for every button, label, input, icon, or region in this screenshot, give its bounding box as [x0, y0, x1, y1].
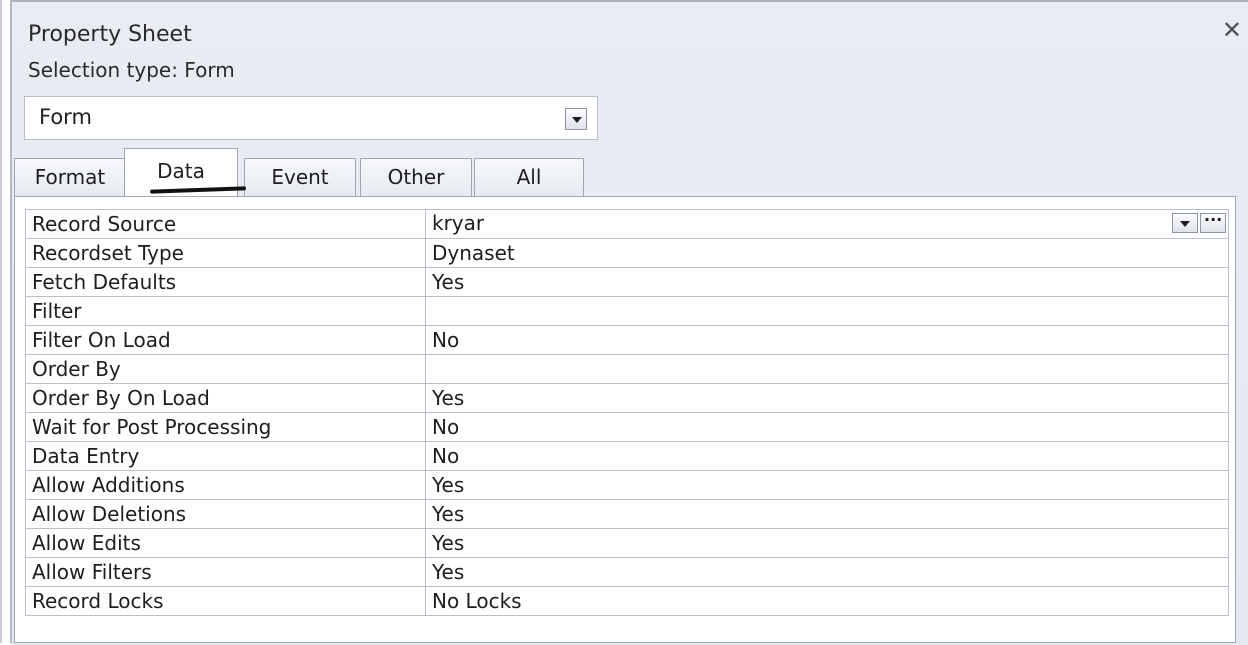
property-value[interactable]: Yes [425, 470, 1229, 500]
property-grid: Record Source kryar ··· Recordset Type D… [14, 196, 1236, 643]
property-name: Wait for Post Processing [25, 412, 426, 442]
property-value[interactable]: Yes [425, 528, 1229, 558]
property-row-allow-filters[interactable]: Allow Filters Yes [25, 557, 1229, 587]
property-name: Filter [25, 296, 426, 326]
object-selector[interactable]: Form [24, 96, 598, 140]
property-value[interactable]: Yes [425, 557, 1229, 587]
chevron-down-icon [1180, 221, 1190, 227]
property-name: Allow Additions [25, 470, 426, 500]
property-row-data-entry[interactable]: Data Entry No [25, 441, 1229, 471]
property-row-order-by-on-load[interactable]: Order By On Load Yes [25, 383, 1229, 413]
ellipsis-icon: ··· [1204, 210, 1223, 230]
property-value[interactable]: No [425, 412, 1229, 442]
property-name: Filter On Load [25, 325, 426, 355]
property-value[interactable]: Yes [425, 499, 1229, 529]
dropdown-arrow-button[interactable] [565, 108, 587, 130]
close-icon[interactable]: ✕ [1222, 18, 1242, 42]
builder-button[interactable]: ··· [1200, 210, 1226, 233]
property-name: Fetch Defaults [25, 267, 426, 297]
tab-event[interactable]: Event [244, 158, 356, 196]
property-name: Order By On Load [25, 383, 426, 413]
property-value[interactable]: Yes [425, 267, 1229, 297]
property-name: Record Source [25, 209, 426, 239]
property-name: Order By [25, 354, 426, 384]
property-value[interactable]: No [425, 325, 1229, 355]
property-row-filter-on-load[interactable]: Filter On Load No [25, 325, 1229, 355]
window-edge [0, 0, 2, 643]
property-name: Data Entry [25, 441, 426, 471]
property-row-allow-additions[interactable]: Allow Additions Yes [25, 470, 1229, 500]
property-value[interactable]: No [425, 441, 1229, 471]
property-value-cell[interactable]: kryar ··· [425, 209, 1229, 239]
property-name: Allow Filters [25, 557, 426, 587]
property-row-record-source[interactable]: Record Source kryar ··· [25, 209, 1229, 239]
tab-all[interactable]: All [474, 158, 584, 196]
property-name: Allow Deletions [25, 499, 426, 529]
chevron-down-icon [572, 117, 582, 123]
object-selector-value: Form [39, 105, 92, 129]
property-row-recordset-type[interactable]: Recordset Type Dynaset [25, 238, 1229, 268]
tab-other[interactable]: Other [360, 158, 472, 196]
selection-type-label: Selection type: Form [28, 58, 235, 82]
property-value[interactable]: No Locks [425, 586, 1229, 616]
property-row-filter[interactable]: Filter [25, 296, 1229, 326]
property-row-allow-edits[interactable]: Allow Edits Yes [25, 528, 1229, 558]
property-value[interactable]: Dynaset [425, 238, 1229, 268]
property-row-record-locks[interactable]: Record Locks No Locks [25, 586, 1229, 616]
property-table: Record Source kryar ··· Recordset Type D… [25, 209, 1229, 616]
property-row-allow-deletions[interactable]: Allow Deletions Yes [25, 499, 1229, 529]
property-row-wait-for-post-processing[interactable]: Wait for Post Processing No [25, 412, 1229, 442]
property-name: Record Locks [25, 586, 426, 616]
property-value[interactable] [425, 296, 1229, 326]
property-row-fetch-defaults[interactable]: Fetch Defaults Yes [25, 267, 1229, 297]
property-value[interactable] [425, 354, 1229, 384]
panel-title: Property Sheet [28, 22, 192, 47]
property-value[interactable]: kryar [432, 211, 484, 235]
property-row-order-by[interactable]: Order By [25, 354, 1229, 384]
property-name: Allow Edits [25, 528, 426, 558]
tab-format[interactable]: Format [14, 158, 126, 196]
record-source-buttons: ··· [1170, 210, 1226, 237]
property-value[interactable]: Yes [425, 383, 1229, 413]
record-source-dropdown-button[interactable] [1172, 213, 1198, 233]
property-name: Recordset Type [25, 238, 426, 268]
